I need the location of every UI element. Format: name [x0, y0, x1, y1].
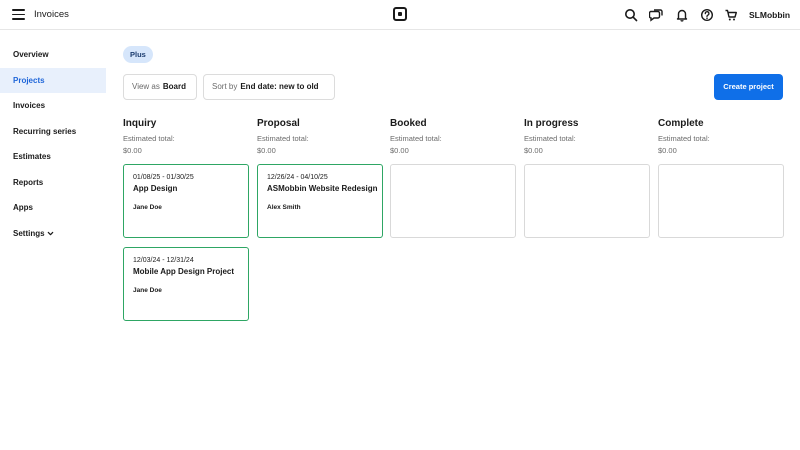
column-subtitle: Estimated total:: [524, 134, 576, 143]
view-as-label: View as: [132, 82, 160, 91]
chat-icon[interactable]: [649, 8, 663, 22]
project-card[interactable]: 12/26/24 - 04/10/25 ASMobbin Website Red…: [257, 164, 383, 238]
top-bar: Invoices SLMobbin: [0, 0, 800, 30]
board-column-in-progress: In progress Estimated total: $0.00: [524, 118, 650, 155]
column-total: $0.00: [390, 146, 409, 155]
project-title: App Design: [133, 184, 178, 193]
plan-badge: Plus: [123, 46, 153, 63]
column-title: Proposal: [257, 118, 300, 129]
view-as-button[interactable]: View as Board: [123, 74, 197, 100]
project-card[interactable]: 01/08/25 - 01/30/25 App Design Jane Doe: [123, 164, 249, 238]
project-dates: 12/26/24 - 04/10/25: [267, 174, 328, 181]
user-menu[interactable]: SLMobbin: [749, 10, 790, 20]
sidebar-item-estimates[interactable]: Estimates: [0, 144, 106, 170]
column-subtitle: Estimated total:: [123, 134, 175, 143]
project-dates: 12/03/24 - 12/31/24: [133, 257, 194, 264]
column-total: $0.00: [123, 146, 142, 155]
help-icon[interactable]: [700, 8, 714, 22]
empty-card-slot[interactable]: [524, 164, 650, 238]
column-title: In progress: [524, 118, 579, 129]
sidebar-item-reports[interactable]: Reports: [0, 170, 106, 196]
sidebar-item-apps[interactable]: Apps: [0, 195, 106, 221]
sidebar-item-settings[interactable]: Settings: [0, 221, 106, 247]
square-logo-icon[interactable]: [393, 7, 407, 21]
project-card[interactable]: 12/03/24 - 12/31/24 Mobile App Design Pr…: [123, 247, 249, 321]
project-dates: 01/08/25 - 01/30/25: [133, 174, 194, 181]
empty-card-slot[interactable]: [390, 164, 516, 238]
cart-icon[interactable]: [724, 8, 738, 22]
sidebar-item-overview[interactable]: Overview: [0, 42, 106, 68]
column-title: Booked: [390, 118, 427, 129]
menu-icon[interactable]: [12, 9, 25, 20]
sidebar: Overview Projects Invoices Recurring ser…: [0, 42, 106, 246]
sort-by-label: Sort by: [212, 82, 238, 91]
column-subtitle: Estimated total:: [658, 134, 710, 143]
sidebar-item-recurring-series[interactable]: Recurring series: [0, 119, 106, 145]
column-subtitle: Estimated total:: [257, 134, 309, 143]
project-client: Jane Doe: [133, 287, 162, 294]
search-icon[interactable]: [624, 8, 638, 22]
chevron-down-icon: [47, 231, 53, 235]
sidebar-item-projects[interactable]: Projects: [0, 67, 106, 93]
create-project-button[interactable]: Create project: [714, 74, 783, 100]
app-title: Invoices: [34, 9, 69, 20]
sidebar-item-invoices[interactable]: Invoices: [0, 93, 106, 119]
sort-by-button[interactable]: Sort by End date: new to old: [203, 74, 335, 100]
empty-card-slot[interactable]: [658, 164, 784, 238]
column-title: Inquiry: [123, 118, 157, 129]
column-total: $0.00: [524, 146, 543, 155]
project-client: Jane Doe: [133, 204, 162, 211]
board-column-proposal: Proposal Estimated total: $0.00: [257, 118, 383, 155]
sort-by-value: End date: new to old: [240, 82, 319, 91]
column-total: $0.00: [257, 146, 276, 155]
column-subtitle: Estimated total:: [390, 134, 442, 143]
sidebar-item-label: Settings: [13, 228, 45, 238]
board-column-complete: Complete Estimated total: $0.00: [658, 118, 784, 155]
bell-icon[interactable]: [675, 8, 689, 22]
board-column-booked: Booked Estimated total: $0.00: [390, 118, 516, 155]
project-title: ASMobbin Website Redesign: [267, 184, 378, 193]
view-as-value: Board: [162, 82, 186, 91]
column-total: $0.00: [658, 146, 677, 155]
column-title: Complete: [658, 118, 704, 129]
project-client: Alex Smith: [267, 204, 301, 211]
board-column-inquiry: Inquiry Estimated total: $0.00: [123, 118, 249, 155]
project-title: Mobile App Design Project: [133, 267, 235, 276]
